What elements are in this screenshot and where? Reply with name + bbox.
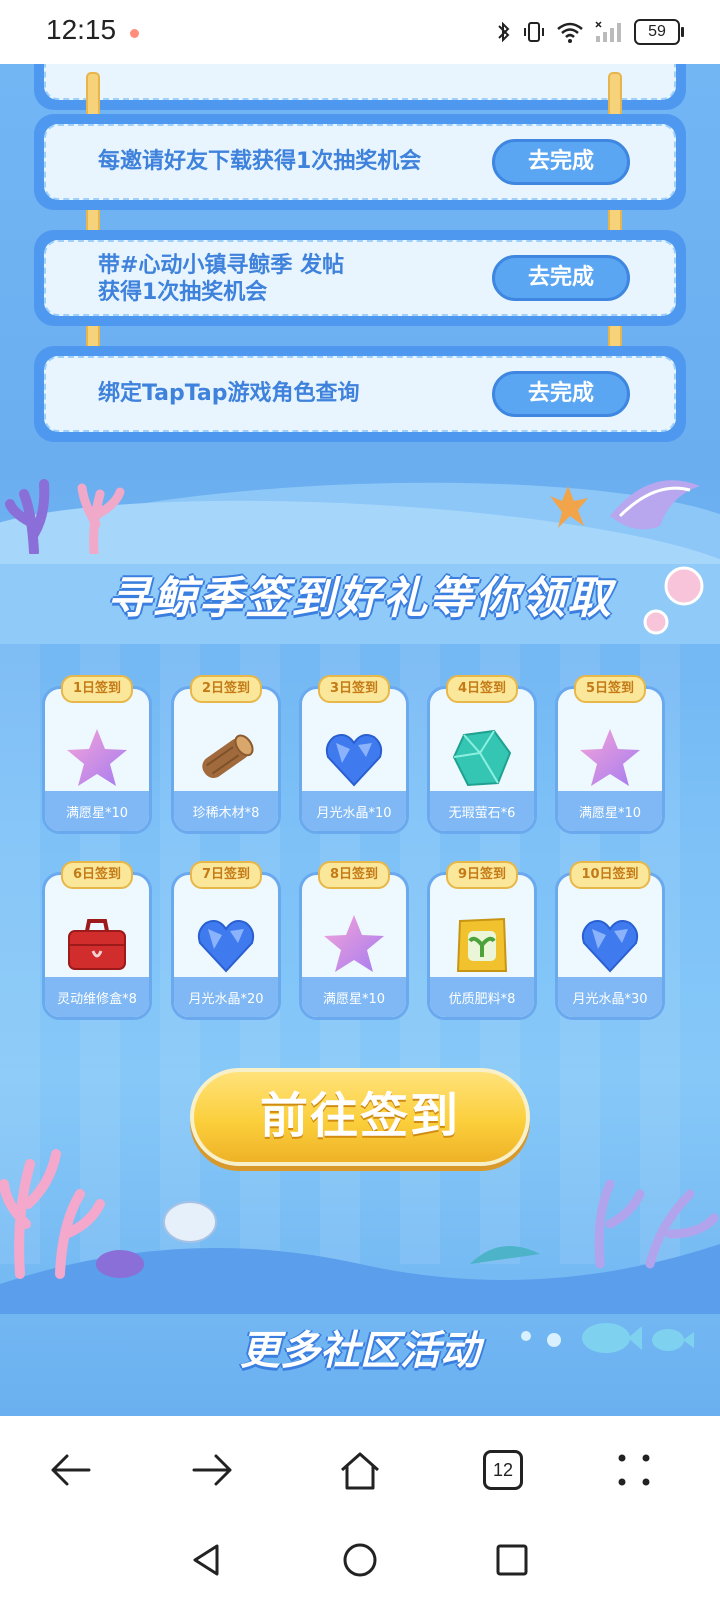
reward-name: 月光水晶*20 <box>188 992 264 1007</box>
home-button[interactable] <box>330 1440 390 1500</box>
vibrate-icon <box>524 22 544 42</box>
system-nav-bar <box>0 1524 720 1604</box>
reward-day-tag: 6日签到 <box>60 861 134 889</box>
browser-nav: 12 <box>0 1416 720 1524</box>
reward-card: 3日签到 月光水晶*10 <box>299 675 409 834</box>
crystal-heart-icon <box>325 734 383 787</box>
reward-day-tag: 1日签到 <box>60 675 134 703</box>
tabs-button[interactable]: 12 <box>473 1440 533 1500</box>
task-text: 每邀请好友下载获得1次抽奖机会 <box>98 149 422 174</box>
reward-card: 10日签到 月光水晶*30 <box>555 861 665 1020</box>
coral-icon <box>5 479 125 554</box>
star-icon <box>67 729 127 786</box>
task-card-bind: 绑定TapTap游戏角色查询 去完成 <box>34 346 686 442</box>
triangle-back-icon <box>193 1544 219 1576</box>
reward-card: 6日签到 灵动维修盒*8 <box>42 861 152 1020</box>
forward-arrow-icon <box>192 1454 232 1486</box>
square-recents-icon <box>496 1544 528 1576</box>
bluetooth-icon <box>498 21 510 43</box>
reward-name: 月光水晶*30 <box>572 992 648 1007</box>
reward-name: 月光水晶*10 <box>316 806 392 821</box>
shell-icon <box>550 480 700 530</box>
system-home-button[interactable] <box>330 1530 390 1590</box>
system-recents-button[interactable] <box>482 1530 542 1590</box>
status-bar: 12:15 59 <box>0 0 720 64</box>
reward-name: 无瑕萤石*6 <box>448 806 516 821</box>
more-dots-icon <box>618 1454 650 1486</box>
circle-home-icon <box>343 1543 377 1577</box>
reward-card: 5日签到 满愿星*10 <box>555 675 665 834</box>
reward-day-tag: 9日签到 <box>445 861 519 889</box>
status-icons: 59 <box>496 16 684 48</box>
tab-count-icon: 12 <box>483 1450 523 1490</box>
complete-button[interactable]: 去完成 <box>492 371 630 417</box>
task-card-post: 带#心动小镇寻鲸季 发帖 获得1次抽奖机会 去完成 <box>34 230 686 326</box>
reward-day-tag: 8日签到 <box>317 861 391 889</box>
gem-icon <box>452 729 512 787</box>
reward-card: 4日签到 无瑕萤石*6 <box>427 675 537 834</box>
reward-card: 8日签到 满愿星*10 <box>299 861 409 1020</box>
crystal-heart-icon <box>581 920 639 973</box>
toolbox-icon <box>68 919 126 970</box>
task-text: 绑定TapTap游戏角色查询 <box>98 381 360 406</box>
reward-card: 1日签到 满愿星*10 <box>42 675 152 834</box>
task-text-line-2: 获得1次抽奖机会 <box>98 280 268 305</box>
star-icon <box>580 729 640 786</box>
more-activities-title: 更多社区活动 <box>240 1328 480 1374</box>
reward-day-tag: 7日签到 <box>189 861 263 889</box>
reward-name: 满愿星*10 <box>322 992 386 1007</box>
reward-name: 满愿星*10 <box>65 806 129 821</box>
task-card-partial <box>34 64 686 110</box>
back-arrow-icon <box>51 1454 91 1486</box>
wood-log-icon <box>202 734 254 778</box>
reward-day-tag: 2日签到 <box>189 675 263 703</box>
sign-section-title: 寻鲸季签到好礼等你领取 <box>107 573 613 624</box>
task-card-invite: 每邀请好友下载获得1次抽奖机会 去完成 <box>34 114 686 210</box>
battery-icon: 59 <box>634 19 684 45</box>
back-button[interactable] <box>41 1440 101 1500</box>
home-icon <box>341 1452 379 1490</box>
status-time: 12:15 <box>46 14 117 45</box>
reward-name: 灵动维修盒*8 <box>57 992 137 1007</box>
reward-name: 满愿星*10 <box>578 806 642 821</box>
seabed-decoration <box>0 1149 720 1314</box>
reward-day-tag: 4日签到 <box>445 675 519 703</box>
complete-button[interactable]: 去完成 <box>492 255 630 301</box>
wifi-icon <box>557 22 583 43</box>
crystal-heart-icon <box>197 920 255 973</box>
reward-day-tag: 10日签到 <box>569 861 651 889</box>
reward-day-tag: 3日签到 <box>317 675 391 703</box>
reward-name: 优质肥料*8 <box>448 992 516 1007</box>
reward-day-tag: 5日签到 <box>573 675 647 703</box>
system-back-button[interactable] <box>176 1530 236 1590</box>
reward-card: 7日签到 月光水晶*20 <box>171 861 281 1020</box>
reward-name: 珍稀木材*8 <box>192 806 260 821</box>
signal-icon <box>595 21 621 42</box>
star-icon <box>324 915 384 972</box>
forward-button[interactable] <box>182 1440 242 1500</box>
notification-dot-icon <box>130 29 139 38</box>
complete-button[interactable]: 去完成 <box>492 139 630 185</box>
reward-card: 2日签到 珍稀木材*8 <box>171 675 281 834</box>
page-viewport[interactable]: 每邀请好友下载获得1次抽奖机会 去完成 带#心动小镇寻鲸季 发帖 获得1次抽奖机… <box>0 64 720 1416</box>
menu-button[interactable] <box>604 1440 664 1500</box>
task-text-line-1: 带#心动小镇寻鲸季 发帖 <box>98 253 345 278</box>
reward-card: 9日签到 优质肥料*8 <box>427 861 537 1020</box>
fertilizer-bag-icon <box>456 917 508 972</box>
